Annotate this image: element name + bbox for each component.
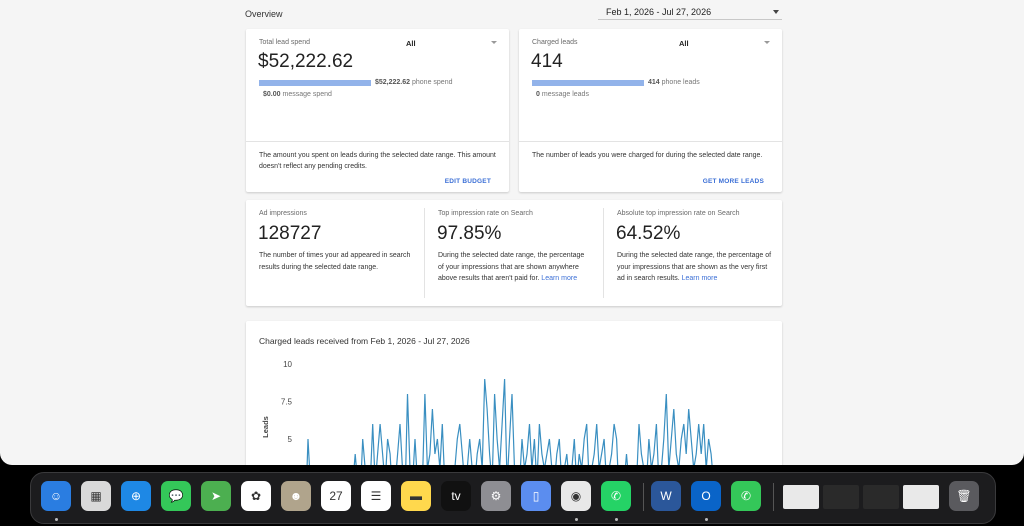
message-spend-label: $0.00 message spend <box>263 91 332 98</box>
charged-leads-filter-arrow-icon[interactable] <box>764 41 770 44</box>
calendar-icon[interactable]: 27 <box>321 481 351 511</box>
running-indicator <box>705 518 708 521</box>
charged-leads-filter[interactable]: All <box>679 39 689 48</box>
date-range-value: Feb 1, 2026 - Jul 27, 2026 <box>606 7 712 17</box>
metric-separator <box>424 208 425 298</box>
message-spend-value: $0.00 <box>263 91 281 98</box>
learn-more-link[interactable]: Learn more <box>541 275 577 282</box>
page-title: Overview <box>245 9 283 19</box>
word-icon[interactable]: W <box>651 481 681 511</box>
lead-spend-filter-arrow-icon[interactable] <box>491 41 497 44</box>
metric-value: 64.52% <box>616 223 681 244</box>
phone-leads-text: phone leads <box>661 79 700 86</box>
reminders-icon[interactable]: ☰ <box>361 481 391 511</box>
leads-series-line <box>306 378 713 465</box>
get-more-leads-link[interactable]: GET MORE LEADS <box>703 178 764 185</box>
finder-icon[interactable]: ☺ <box>41 481 71 511</box>
card-divider <box>246 141 509 142</box>
learn-more-link[interactable]: Learn more <box>682 275 718 282</box>
charged-leads-value: 414 <box>531 51 563 72</box>
metric-label: Top impression rate on Search <box>438 210 533 217</box>
minimized-window-thumbnail[interactable] <box>903 485 939 509</box>
metric-label: Absolute top impression rate on Search <box>617 210 740 217</box>
dock-separator <box>643 483 644 511</box>
phone-leads-value: 414 <box>648 79 660 86</box>
edit-budget-link[interactable]: EDIT BUDGET <box>445 178 491 185</box>
running-indicator <box>575 518 578 521</box>
metric-description: During the selected date range, the perc… <box>617 250 772 285</box>
notes-icon[interactable]: ▬ <box>401 481 431 511</box>
lead-spend-description: The amount you spent on leads during the… <box>259 152 496 170</box>
metric-description: The number of times your ad appeared in … <box>259 250 419 273</box>
date-range-select[interactable]: Feb 1, 2026 - Jul 27, 2026 <box>598 4 782 20</box>
phone-spend-bar <box>259 80 371 86</box>
y-tick-label: 10 <box>283 360 292 369</box>
lead-spend-value: $52,222.62 <box>258 51 354 72</box>
apple-tv-icon[interactable]: tv <box>441 481 471 511</box>
charged-leads-description: The number of leads you were charged for… <box>532 152 763 159</box>
minimized-window-thumbnail[interactable] <box>863 485 899 509</box>
phone-spend-text: phone spend <box>412 79 453 86</box>
lead-spend-filter[interactable]: All <box>406 39 416 48</box>
launchpad-icon[interactable]: ▦ <box>81 481 111 511</box>
y-axis-title: Leads <box>261 416 270 438</box>
leads-chart-card: Charged leads received from Feb 1, 2026 … <box>246 321 782 465</box>
impressions-card: Ad impressions 128727 The number of time… <box>246 200 782 306</box>
lead-spend-card: Total lead spend All $52,222.62 $52,222.… <box>246 29 509 192</box>
messages-icon[interactable]: 💬 <box>161 481 191 511</box>
running-indicator <box>55 518 58 521</box>
metric-value: 128727 <box>258 223 322 244</box>
metric-value: 97.85% <box>437 223 502 244</box>
message-leads-value: 0 <box>536 91 540 98</box>
lead-spend-label: Total lead spend <box>259 39 310 46</box>
phone-icon[interactable]: ✆ <box>731 481 761 511</box>
system-settings-icon[interactable]: ⚙ <box>481 481 511 511</box>
minimized-window-thumbnail[interactable] <box>823 485 859 509</box>
message-spend-text: message spend <box>282 91 332 98</box>
y-tick-label: 5 <box>288 435 293 444</box>
charged-leads-label: Charged leads <box>532 39 578 46</box>
simulator-icon[interactable]: ▯ <box>521 481 551 511</box>
message-leads-label: 0 message leads <box>536 91 589 98</box>
charged-leads-card: Charged leads All 414 414 phone leads 0 … <box>519 29 782 192</box>
chrome-icon[interactable]: ◉ <box>561 481 591 511</box>
safari-icon[interactable]: ⊕ <box>121 481 151 511</box>
leads-line-chart: Leads107.552.5 <box>261 360 713 465</box>
metric-separator <box>603 208 604 298</box>
macos-dock: ☺ ▦ ⊕ 💬 ➤ ✿ ☻ 27 ☰ ▬ tv ⚙ ▯ ◉ ✆ W O ✆ 🗑 <box>30 472 996 524</box>
y-tick-label: 7.5 <box>281 398 293 407</box>
metric-description: During the selected date range, the perc… <box>438 250 588 285</box>
whatsapp-icon[interactable]: ✆ <box>601 481 631 511</box>
metric-label: Ad impressions <box>259 210 307 217</box>
phone-spend-value: $52,222.62 <box>375 79 411 86</box>
trash-icon[interactable]: 🗑 <box>949 481 979 511</box>
app-window: Overview Feb 1, 2026 - Jul 27, 2026 Tota… <box>0 0 1024 465</box>
maps-icon[interactable]: ➤ <box>201 481 231 511</box>
photos-icon[interactable]: ✿ <box>241 481 271 511</box>
dropdown-arrow-icon <box>773 10 779 14</box>
phone-spend-label: $52,222.62 phone spend <box>375 79 452 86</box>
minimized-window-thumbnail[interactable] <box>783 485 819 509</box>
phone-leads-label: 414 phone leads <box>648 79 700 86</box>
dock-separator <box>773 483 774 511</box>
outlook-icon[interactable]: O <box>691 481 721 511</box>
running-indicator <box>615 518 618 521</box>
phone-leads-bar <box>532 80 644 86</box>
message-leads-text: message leads <box>541 91 589 98</box>
card-divider <box>519 141 782 142</box>
metric-description-text: The number of times your ad appeared in … <box>259 252 411 271</box>
contacts-icon[interactable]: ☻ <box>281 481 311 511</box>
